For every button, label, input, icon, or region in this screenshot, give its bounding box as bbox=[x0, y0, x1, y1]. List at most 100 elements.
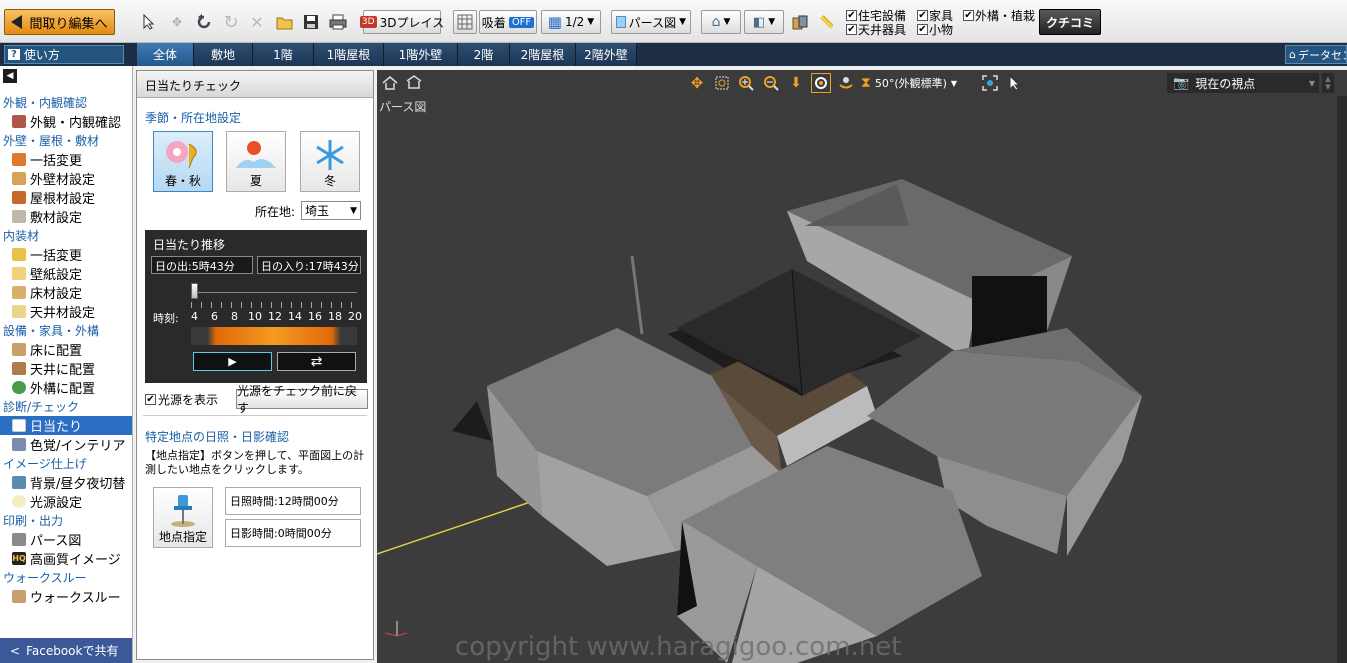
section-walkthrough: ウォークスルー bbox=[3, 571, 87, 585]
collapse-sidebar-icon[interactable]: ◀ bbox=[3, 69, 17, 83]
sidebar-item-bulk-change-int[interactable]: 一括変更 bbox=[12, 245, 132, 264]
view-mode-select[interactable]: パース図 ▼ bbox=[611, 10, 691, 34]
tab-site[interactable]: 敷地 bbox=[194, 43, 253, 66]
tab-all[interactable]: 全体 bbox=[137, 43, 194, 66]
season-spring-autumn-button[interactable]: 春・秋 bbox=[153, 131, 213, 192]
data-center-button[interactable]: ⌂ データセンター bbox=[1285, 45, 1347, 64]
house-3d-render bbox=[377, 179, 1142, 663]
sidebar-item-light-source[interactable]: 光源設定 bbox=[12, 492, 132, 511]
tab-floor1-roof[interactable]: 1階屋根 bbox=[314, 43, 384, 66]
floor-1-2-icon[interactable] bbox=[404, 73, 424, 93]
move-down-icon[interactable]: ⬇ bbox=[786, 73, 806, 93]
measure-icon[interactable]: 📏 bbox=[815, 10, 839, 34]
divider bbox=[143, 415, 367, 416]
sidebar-item-background[interactable]: 背景/昼夕夜切替 bbox=[12, 473, 132, 492]
open-folder-icon[interactable] bbox=[273, 10, 297, 34]
help-button[interactable]: ? 使い方 bbox=[4, 45, 124, 64]
tab-floor2-wall[interactable]: 2階外壁 bbox=[576, 43, 637, 66]
viewpoint-select[interactable]: 📷 現在の視点 ▼ bbox=[1167, 73, 1319, 93]
sidebar-item-walkthrough[interactable]: ウォークスルー bbox=[12, 587, 132, 606]
sidebar-item-color-vision[interactable]: 色覚/インテリア bbox=[12, 435, 132, 454]
checkbox-small-items[interactable]: ✔ 小物 bbox=[917, 21, 953, 38]
show-light-checkbox[interactable]: ✔ 光源を表示 bbox=[145, 391, 218, 408]
select-cursor-icon[interactable] bbox=[137, 10, 161, 34]
sidebar-item-roof-material[interactable]: 屋根材設定 bbox=[12, 188, 132, 207]
view-icon bbox=[616, 16, 626, 28]
tree-icon bbox=[12, 381, 26, 394]
zoom-area-icon[interactable] bbox=[712, 73, 732, 93]
grid-scale-select[interactable]: ▦ 1/2 ▼ bbox=[541, 10, 601, 34]
play-button[interactable]: ▶ bbox=[193, 352, 272, 371]
facebook-share-button[interactable]: < Facebookで共有 bbox=[0, 638, 132, 663]
orbit-icon[interactable] bbox=[836, 73, 856, 93]
viewport-scrollbar[interactable] bbox=[1337, 96, 1347, 663]
chevron-down-icon: ▼ bbox=[350, 205, 357, 216]
floor-view-icon[interactable] bbox=[380, 73, 400, 93]
print-icon[interactable] bbox=[326, 10, 350, 34]
sidebar-item-ceiling-material[interactable]: 天井材設定 bbox=[12, 302, 132, 321]
sidebar-item-flooring[interactable]: 床材設定 bbox=[12, 283, 132, 302]
section-image-finish: イメージ仕上げ bbox=[3, 457, 87, 471]
season-heading: 季節・所在地設定 bbox=[145, 111, 242, 125]
checkbox-exterior-planting[interactable]: ✔ 外構・植栽 bbox=[963, 7, 1035, 24]
tick-label: 14 bbox=[288, 310, 302, 323]
back-to-floorplan-button[interactable]: 間取り編集へ bbox=[4, 9, 115, 35]
kuchikomi-button[interactable]: クチコミ bbox=[1039, 9, 1101, 35]
pointer-icon[interactable] bbox=[1005, 73, 1025, 93]
chair-icon bbox=[12, 343, 26, 356]
tab-floor1[interactable]: 1階 bbox=[253, 43, 314, 66]
camera-icon: 📷 bbox=[1173, 75, 1190, 91]
tab-floor1-wall[interactable]: 1階外壁 bbox=[384, 43, 458, 66]
object-view-select[interactable]: ◧ ▼ bbox=[744, 10, 784, 34]
viewpoint-spinner[interactable]: ▲ ▼ bbox=[1322, 73, 1334, 93]
sidebar-item-hq-image[interactable]: HQ 高画質イメージ bbox=[12, 549, 132, 568]
sidebar-item-place-ceiling[interactable]: 天井に配置 bbox=[12, 359, 132, 378]
rotate-icon[interactable] bbox=[811, 73, 831, 93]
sidebar-item-bulk-change-ext[interactable]: 一括変更 bbox=[12, 150, 132, 169]
grid-toggle-icon[interactable] bbox=[453, 10, 477, 34]
sunlight-check-panel: 日当たりチェック 季節・所在地設定 春・秋 夏 冬 所在地: 埼玉 ▼ 日当たり… bbox=[136, 70, 374, 660]
spot-description: 【地点指定】ボタンを押して、平面図上の計測したい地点をクリックします。 bbox=[145, 449, 365, 476]
delete-icon[interactable]: ✕ bbox=[245, 10, 269, 34]
3d-viewport[interactable]: パース図 bbox=[377, 96, 1337, 663]
pan-icon[interactable]: ✥ bbox=[687, 73, 707, 93]
move-icon[interactable]: ✥ bbox=[165, 10, 189, 34]
house-view-select[interactable]: ⌂ ▼ bbox=[701, 10, 741, 34]
wallpaper-icon bbox=[12, 267, 26, 280]
sidebar-item-sunlight[interactable]: 日当たり bbox=[0, 416, 132, 435]
loop-button[interactable]: ⇄ bbox=[277, 352, 356, 371]
spot-select-button[interactable]: 地点指定 bbox=[153, 487, 213, 548]
tab-floor2-roof[interactable]: 2階屋根 bbox=[510, 43, 576, 66]
fit-view-icon[interactable] bbox=[980, 73, 1000, 93]
sidebar-item-perspective[interactable]: パース図 bbox=[12, 530, 132, 549]
material-icon[interactable] bbox=[788, 10, 812, 34]
checkbox-ceiling-fixtures[interactable]: ✔ 天井器具 bbox=[846, 21, 906, 38]
sidebar-item-paving-material[interactable]: 敷材設定 bbox=[12, 207, 132, 226]
sidebar-item-wallpaper[interactable]: 壁紙設定 bbox=[12, 264, 132, 283]
redo-icon[interactable]: ↻ bbox=[219, 10, 243, 34]
sidebar-item-wall-material[interactable]: 外壁材設定 bbox=[12, 169, 132, 188]
season-summer-button[interactable]: 夏 bbox=[226, 131, 286, 192]
sidebar-item-place-floor[interactable]: 床に配置 bbox=[12, 340, 132, 359]
tab-floor2[interactable]: 2階 bbox=[458, 43, 510, 66]
shade-hours-field: 日影時間:0時間00分 bbox=[225, 519, 361, 547]
sidebar: ◀ 外観・内観確認 外観・内観確認 外壁・屋根・敷材 一括変更 外壁材設定 屋根… bbox=[0, 66, 133, 663]
sun-transition-box: 日当たり推移 日の出:5時43分 日の入り:17時43分 時刻: 4 6 8 1… bbox=[145, 230, 367, 383]
paving-icon bbox=[12, 210, 26, 223]
zoom-out-icon[interactable] bbox=[761, 73, 781, 93]
undo-icon[interactable] bbox=[192, 10, 216, 34]
reset-light-button[interactable]: 光源をチェック前に戻す bbox=[236, 384, 368, 415]
time-slider-thumb[interactable] bbox=[191, 283, 198, 299]
save-icon[interactable] bbox=[299, 10, 323, 34]
zoom-in-icon[interactable] bbox=[736, 73, 756, 93]
season-winter-button[interactable]: 冬 bbox=[300, 131, 360, 192]
sidebar-item-place-exterior[interactable]: 外構に配置 bbox=[12, 378, 132, 397]
slider-track bbox=[191, 292, 357, 293]
3d-place-button[interactable]: 3D 3Dプレイス bbox=[359, 10, 444, 34]
location-select[interactable]: 埼玉 ▼ bbox=[301, 201, 361, 220]
view-angle-select[interactable]: ⧗ 50°(外観標準) ▼ bbox=[861, 73, 973, 93]
sidebar-item-view-check[interactable]: 外観・内観確認 bbox=[12, 112, 132, 131]
checkbox-icon: ✔ bbox=[145, 394, 156, 405]
chevron-down-icon: ▼ bbox=[723, 17, 731, 27]
snap-toggle[interactable]: 吸着 OFF bbox=[479, 10, 537, 34]
